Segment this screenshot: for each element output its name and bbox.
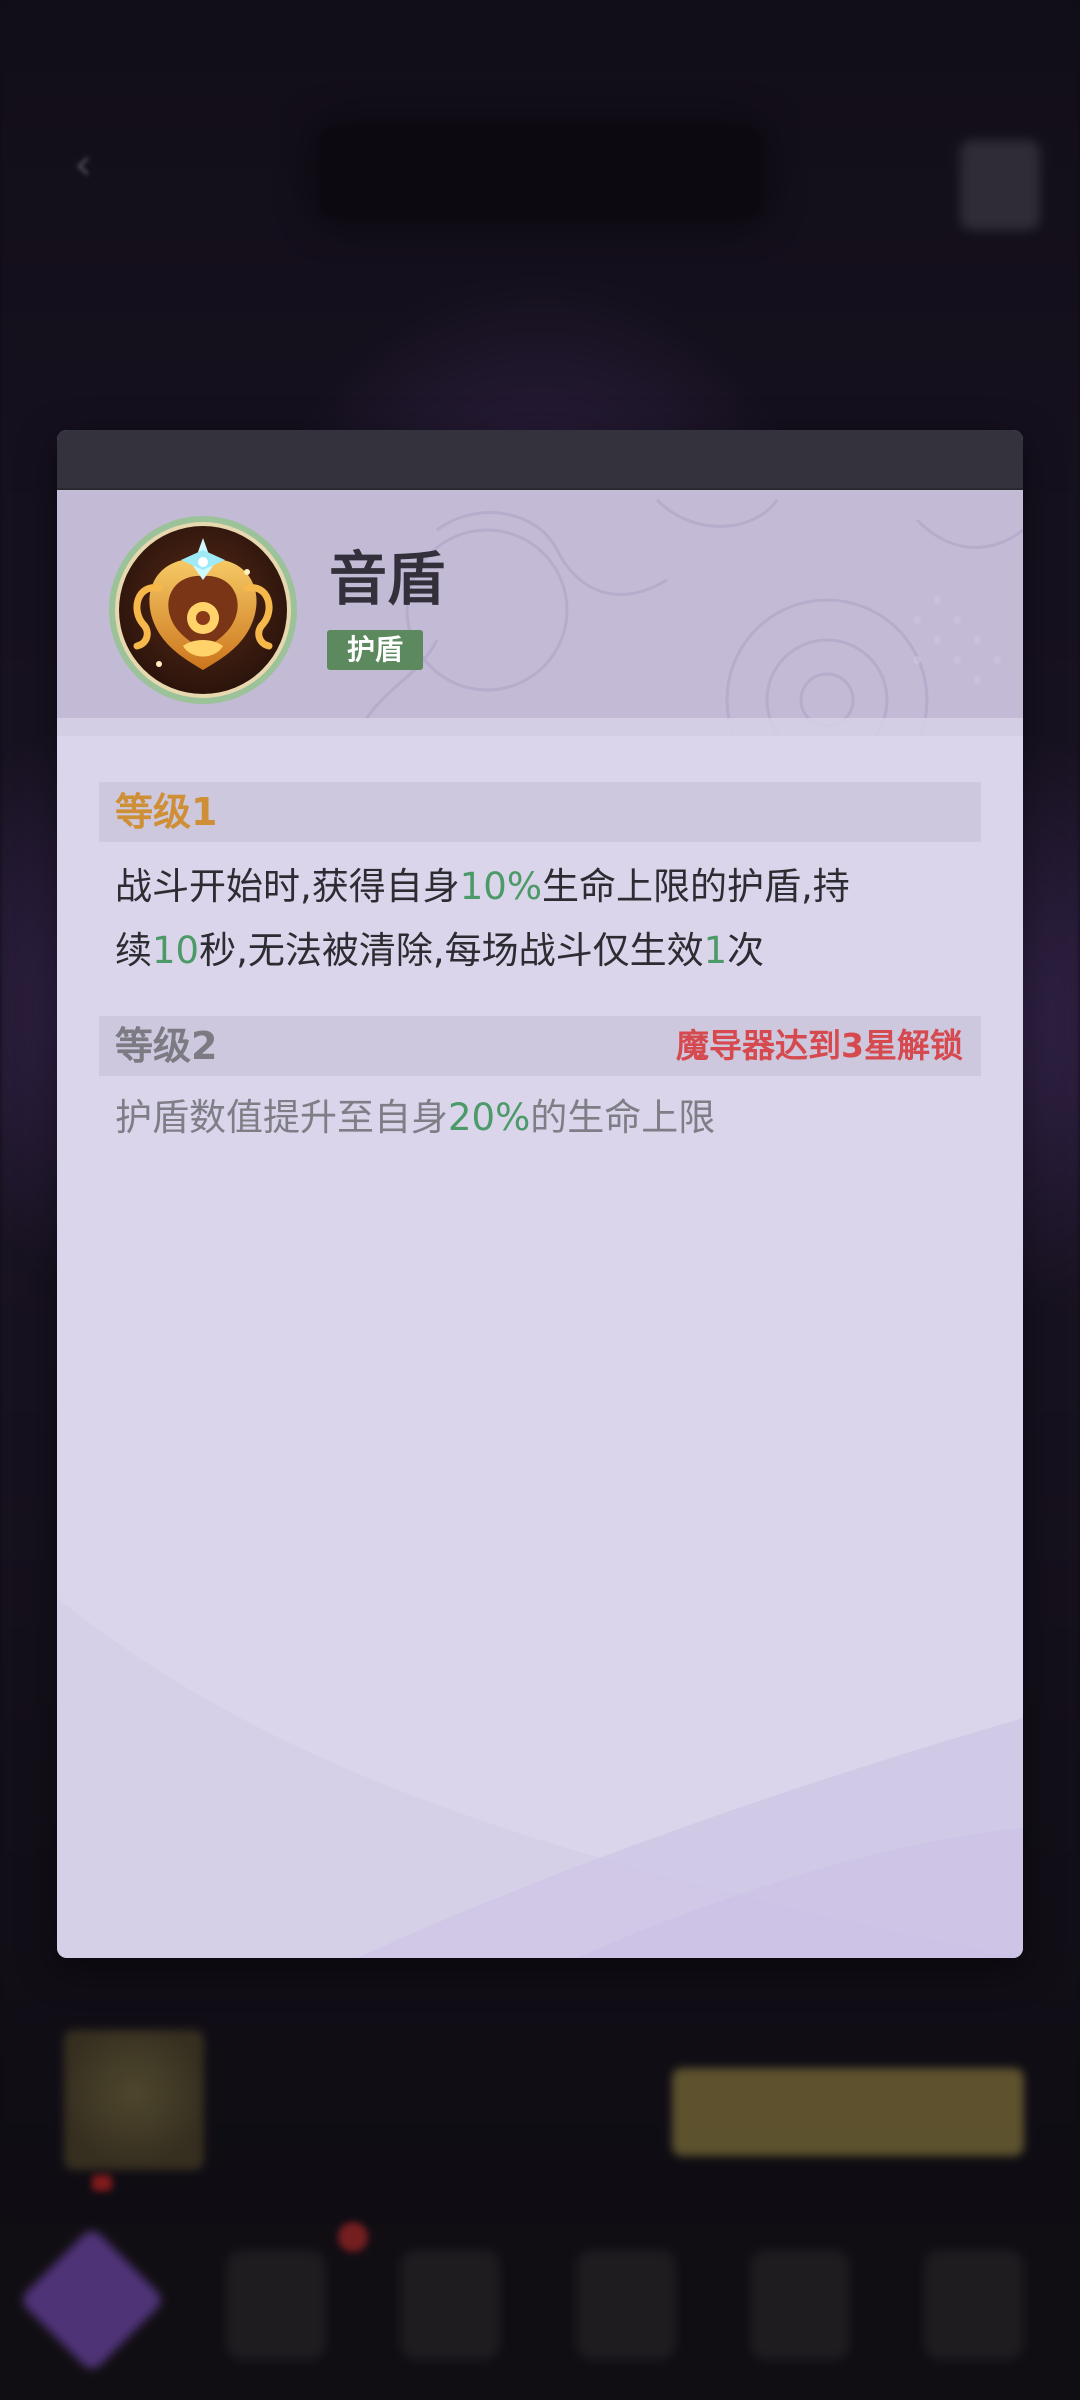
level-2-desc-text: 的生命上限 (530, 1096, 716, 1139)
top-title-plate (320, 128, 760, 218)
nav-slot-3 (400, 2250, 500, 2360)
nav-slot-5 (750, 2250, 850, 2360)
nav-slot-6 (924, 2250, 1024, 2360)
level-1-desc-text: 秒,无法被清除,每场战斗仅生效 (199, 929, 704, 972)
skill-tag-badge: 护盾 (327, 630, 424, 670)
skill-detail-modal: 音盾 护盾 等级1 战斗开始时,获得自身10%生命上限的护盾,持续10秒,无法被… (57, 430, 1023, 1958)
nav-slot-4 (576, 2250, 676, 2360)
level-1-header: 等级1 (99, 782, 981, 842)
item-card (64, 2030, 204, 2170)
level-2-header: 等级2 魔导器达到3星解锁 (99, 1016, 981, 1076)
nav-home-icon (18, 2226, 166, 2374)
level-1-desc-text: 次 (727, 929, 765, 972)
level-1-desc-text: 战斗开始时,获得自身 (115, 865, 460, 908)
level-2-description: 护盾数值提升至自身20%的生命上限 (115, 1086, 975, 1150)
level-1-description: 战斗开始时,获得自身10%生命上限的护盾,持续10秒,无法被清除,每场战斗仅生效… (115, 855, 975, 983)
top-right-icon (960, 140, 1040, 230)
level-1-desc-value: 10 (152, 929, 200, 972)
level-2-title: 等级2 (115, 1024, 218, 1068)
shield-sound-emblem-icon (109, 516, 297, 704)
bottom-nav (0, 2224, 1080, 2400)
skill-name: 音盾 (329, 545, 446, 613)
level-1-desc-text: 生命上限的护盾,持 (542, 865, 850, 908)
level-1-desc-text: 续 (115, 929, 152, 972)
level-1-title: 等级1 (115, 790, 218, 834)
item-badge (92, 2175, 112, 2191)
level-1-desc-value: 1 (703, 929, 728, 972)
nav-notification-dot (338, 2222, 368, 2252)
level-1-desc-value: 10% (459, 865, 543, 908)
modal-topbar (57, 430, 1023, 490)
nav-slot-2 (226, 2250, 326, 2360)
level-2-desc-text: 护盾数值提升至自身 (115, 1096, 448, 1139)
level-2-desc-value: 20% (448, 1096, 531, 1139)
back-icon: ‹ (74, 139, 92, 190)
modal-header: 音盾 护盾 (57, 490, 1023, 736)
level-2-lock-note: 魔导器达到3星解锁 (676, 1026, 963, 1065)
upgrade-button-blurred (672, 2068, 1024, 2156)
modal-bottom-decoration (57, 1598, 1023, 1958)
